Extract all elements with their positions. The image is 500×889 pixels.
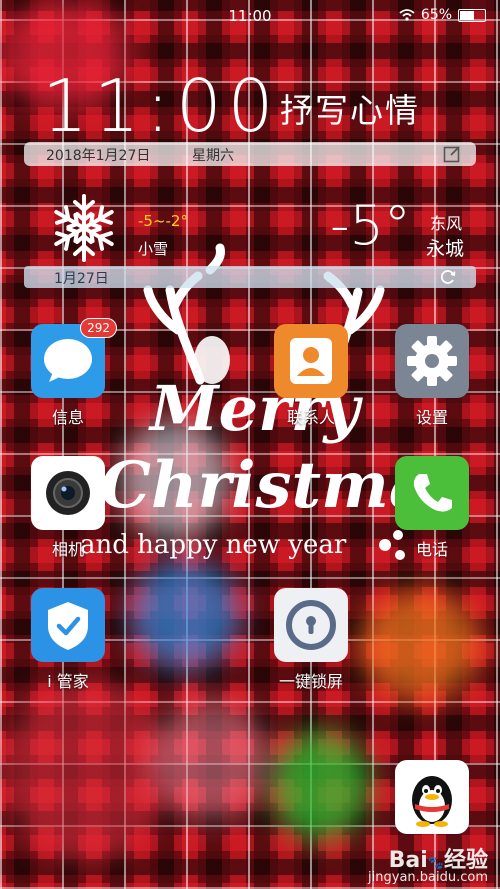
app-camera[interactable]: 相机 (28, 456, 108, 560)
snowflake-icon (49, 194, 119, 262)
app-label: 一键锁屏 (278, 672, 343, 691)
app-i-manager[interactable]: i 管家 (28, 588, 108, 692)
app-contacts[interactable]: 联系人 (271, 324, 351, 428)
app-label: 信息 (51, 408, 84, 427)
app-label: 联系人 (286, 408, 335, 427)
wifi-icon (399, 9, 415, 21)
app-label: 相机 (51, 540, 84, 559)
date-text: 2018年1月27日 (46, 148, 151, 164)
wind-direction: 东风 (430, 214, 463, 233)
baidu-watermark: Bai🐾经验 jingyan.baidu.com (368, 850, 488, 885)
app-label: 设置 (415, 408, 448, 427)
status-bar: 11:00 65% (0, 0, 500, 32)
clock-time[interactable]: 11:00 (42, 66, 280, 146)
watermark-url: jingyan.baidu.com (368, 870, 488, 885)
refresh-icon[interactable] (438, 267, 458, 287)
paw-icon: 🐾 (427, 856, 444, 871)
app-label: 电话 (415, 540, 448, 559)
camera-icon (31, 456, 105, 530)
shield-icon (31, 588, 105, 662)
gear-icon (395, 324, 469, 398)
weather-condition: 小雪 (138, 240, 169, 258)
app-one-key-lock[interactable]: 一键锁屏 (271, 588, 351, 692)
message-icon: 292 (31, 318, 117, 398)
contacts-icon (274, 324, 348, 398)
app-messages[interactable]: 292 信息 (28, 318, 117, 428)
home-screen: Merry Christmas and happy new year 11:00… (0, 0, 500, 889)
weather-date: 1月27日 (54, 271, 109, 287)
qq-penguin-icon (395, 760, 469, 834)
new-year-text: and happy new year (80, 530, 347, 560)
battery-icon (458, 8, 486, 22)
mood-prompt[interactable]: 抒写心情 (280, 84, 420, 132)
app-label: i 管家 (47, 672, 89, 691)
date-bar[interactable]: 2018年1月27日 星期六 (24, 142, 476, 166)
lock-icon (274, 588, 348, 662)
weather-date-bar[interactable]: 1月27日 (24, 266, 476, 288)
edit-icon[interactable] (442, 144, 462, 164)
app-qq[interactable] (392, 760, 472, 834)
app-settings[interactable]: 设置 (392, 324, 472, 428)
weekday-text: 星期六 (192, 148, 234, 164)
battery-percent: 65% (420, 7, 452, 23)
status-indicators: 65% (399, 7, 486, 23)
current-temperature[interactable]: -5° (330, 196, 411, 256)
temperature-range: -5~-2° (138, 212, 188, 230)
unread-badge: 292 (80, 318, 117, 338)
phone-icon (395, 456, 469, 530)
app-phone[interactable]: 电话 (392, 456, 472, 560)
battery-fill (460, 10, 475, 20)
city-name[interactable]: 永城 (426, 234, 464, 261)
